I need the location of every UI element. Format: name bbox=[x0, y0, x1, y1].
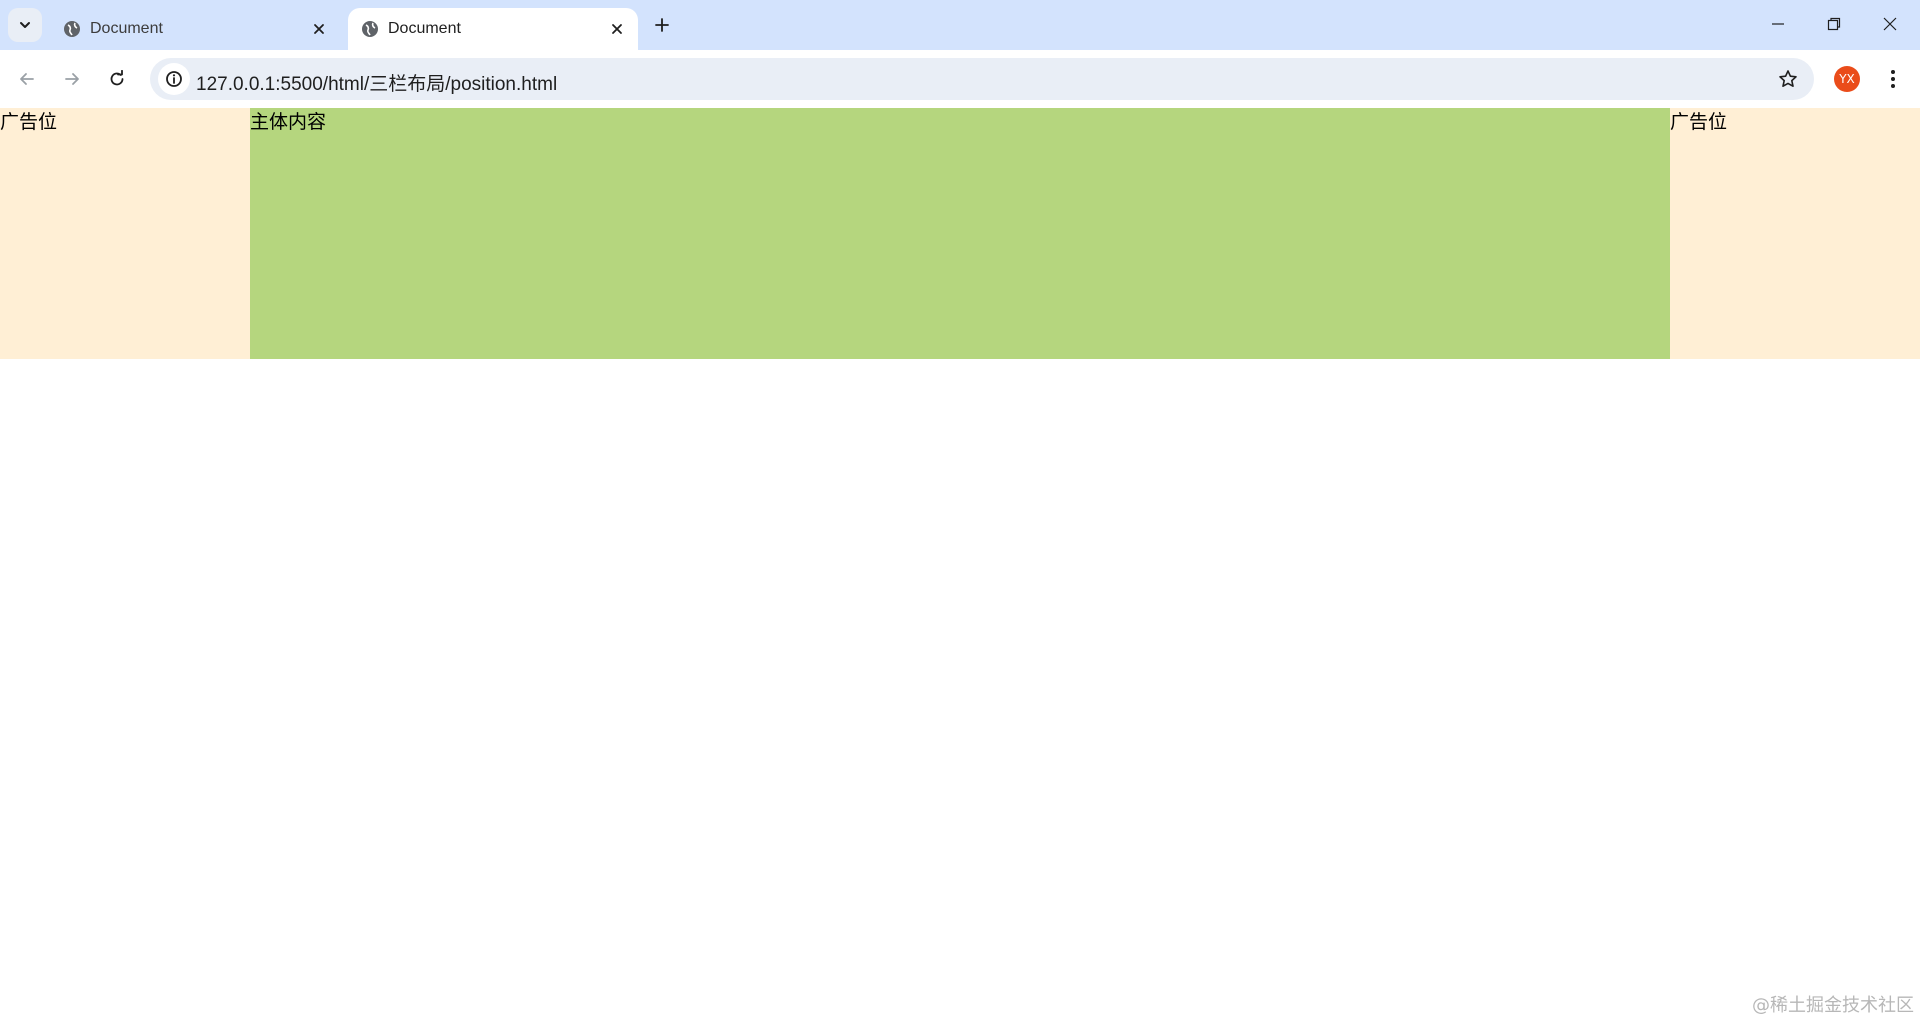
minimize-button[interactable] bbox=[1750, 0, 1806, 48]
restore-button[interactable] bbox=[1806, 0, 1862, 48]
globe-icon bbox=[64, 21, 80, 37]
reload-button[interactable] bbox=[100, 62, 134, 96]
site-info-button[interactable] bbox=[158, 63, 190, 95]
tab-2-active[interactable]: Document bbox=[348, 8, 638, 50]
globe-icon bbox=[362, 21, 378, 37]
tab-search-button[interactable] bbox=[8, 8, 42, 42]
url-text[interactable]: 127.0.0.1:5500/html/三栏布局/position.html bbox=[196, 69, 557, 96]
tab-title: Document bbox=[388, 20, 461, 37]
forward-button[interactable] bbox=[55, 62, 89, 96]
tab-strip: Document Document bbox=[0, 0, 1920, 50]
right-ad-label: 广告位 bbox=[1670, 111, 1728, 133]
new-tab-button[interactable] bbox=[648, 11, 676, 39]
reload-icon bbox=[110, 70, 124, 86]
tab-title: Document bbox=[90, 20, 163, 37]
page-viewport: 广告位 主体内容 广告位 bbox=[0, 108, 1920, 1021]
plus-icon bbox=[655, 18, 669, 32]
address-bar[interactable]: 127.0.0.1:5500/html/三栏布局/position.html bbox=[150, 58, 1814, 100]
close-icon bbox=[314, 24, 324, 34]
left-ad-column: 广告位 bbox=[0, 108, 250, 359]
star-icon bbox=[1779, 70, 1797, 87]
tab-close-button[interactable] bbox=[308, 18, 330, 40]
watermark: @稀土掘金技术社区 bbox=[1752, 995, 1914, 1016]
close-window-button[interactable] bbox=[1862, 0, 1918, 48]
back-button[interactable] bbox=[10, 62, 44, 96]
arrow-right-icon bbox=[65, 73, 79, 85]
close-icon bbox=[612, 24, 622, 34]
main-content-column: 主体内容 bbox=[250, 108, 1670, 359]
main-content-label: 主体内容 bbox=[250, 111, 327, 133]
minimize-icon bbox=[1772, 23, 1784, 25]
tab-close-button[interactable] bbox=[606, 18, 628, 40]
browser-menu-button[interactable] bbox=[1876, 62, 1910, 96]
arrow-left-icon bbox=[20, 73, 34, 85]
tab-1[interactable]: Document bbox=[50, 8, 340, 50]
profile-avatar[interactable]: YX bbox=[1834, 66, 1860, 92]
close-icon bbox=[1883, 17, 1897, 31]
info-icon bbox=[166, 71, 182, 87]
left-ad-label: 广告位 bbox=[0, 111, 58, 133]
bookmark-button[interactable] bbox=[1774, 65, 1802, 93]
restore-icon bbox=[1827, 17, 1841, 31]
more-vertical-icon bbox=[1891, 70, 1895, 88]
chevron-down-icon bbox=[20, 22, 30, 28]
browser-toolbar: 127.0.0.1:5500/html/三栏布局/position.html Y… bbox=[0, 50, 1920, 108]
right-ad-column: 广告位 bbox=[1670, 108, 1920, 359]
